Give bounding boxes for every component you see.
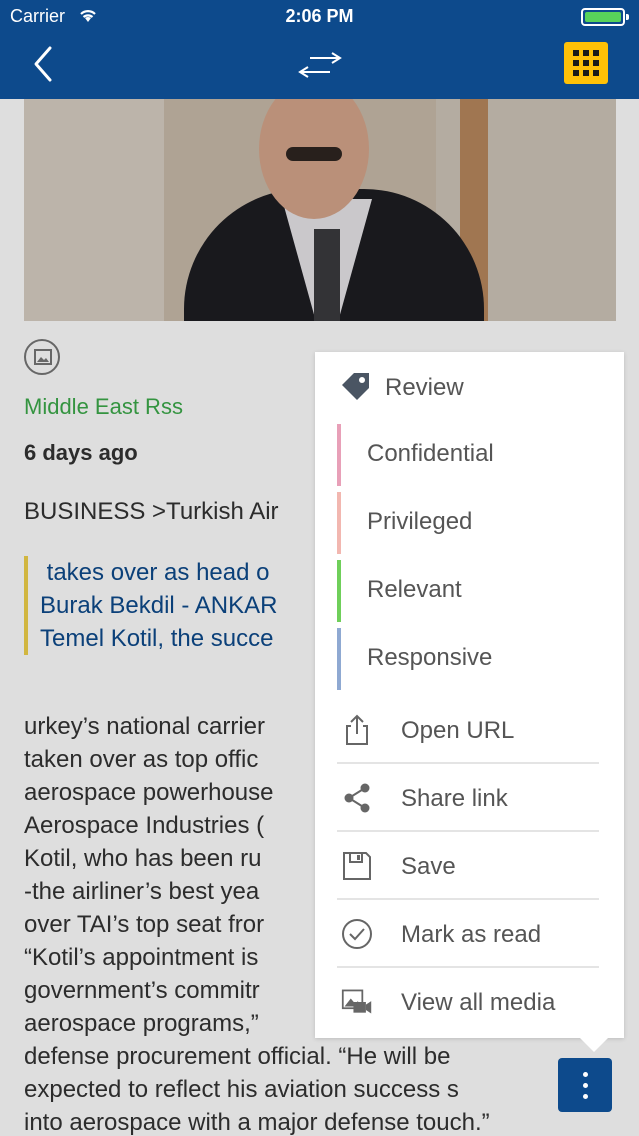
battery-icon (581, 8, 629, 26)
review-item-label: Confidential (367, 440, 494, 467)
check-circle-icon (342, 919, 372, 949)
menu-header: Review (339, 368, 599, 408)
share-link-label: Share link (401, 785, 508, 812)
action-menu: Review Confidential Privileged Relevant … (315, 352, 624, 1052)
save-label: Save (401, 853, 456, 880)
open-url-button[interactable]: Open URL (337, 698, 599, 764)
review-item-label: Responsive (367, 644, 493, 671)
status-time: 2:06 PM (285, 6, 354, 26)
tag-icon (342, 373, 369, 400)
mark-as-read-button[interactable]: Mark as read (337, 902, 599, 968)
save-icon (343, 852, 371, 880)
menu-caret (580, 1038, 608, 1052)
share-icon (344, 783, 370, 813)
review-item-label: Relevant (367, 576, 462, 603)
mark-as-read-label: Mark as read (401, 921, 542, 948)
review-item-label: Privileged (367, 508, 473, 535)
review-item-privileged[interactable]: Privileged (337, 492, 597, 554)
review-item-confidential[interactable]: Confidential (337, 424, 597, 486)
view-all-media-label: View all media (401, 989, 556, 1016)
media-icon (341, 989, 372, 1014)
share-out-icon (346, 714, 368, 745)
grid-icon[interactable] (564, 42, 608, 84)
more-vertical-icon[interactable] (558, 1058, 612, 1112)
review-item-relevant[interactable]: Relevant (337, 560, 597, 622)
save-button[interactable]: Save (337, 834, 599, 900)
open-url-label: Open URL (401, 717, 515, 744)
nav-bar: Carrier 2:06 PM (0, 0, 639, 99)
swap-arrows-icon[interactable] (296, 52, 344, 80)
share-link-button[interactable]: Share link (337, 766, 599, 832)
view-all-media-button[interactable]: View all media (337, 970, 599, 1036)
menu-header-label: Review (385, 374, 464, 401)
chevron-left-icon[interactable] (28, 44, 58, 84)
review-item-responsive[interactable]: Responsive (337, 628, 597, 690)
status-bar: Carrier 2:06 PM (0, 0, 639, 34)
